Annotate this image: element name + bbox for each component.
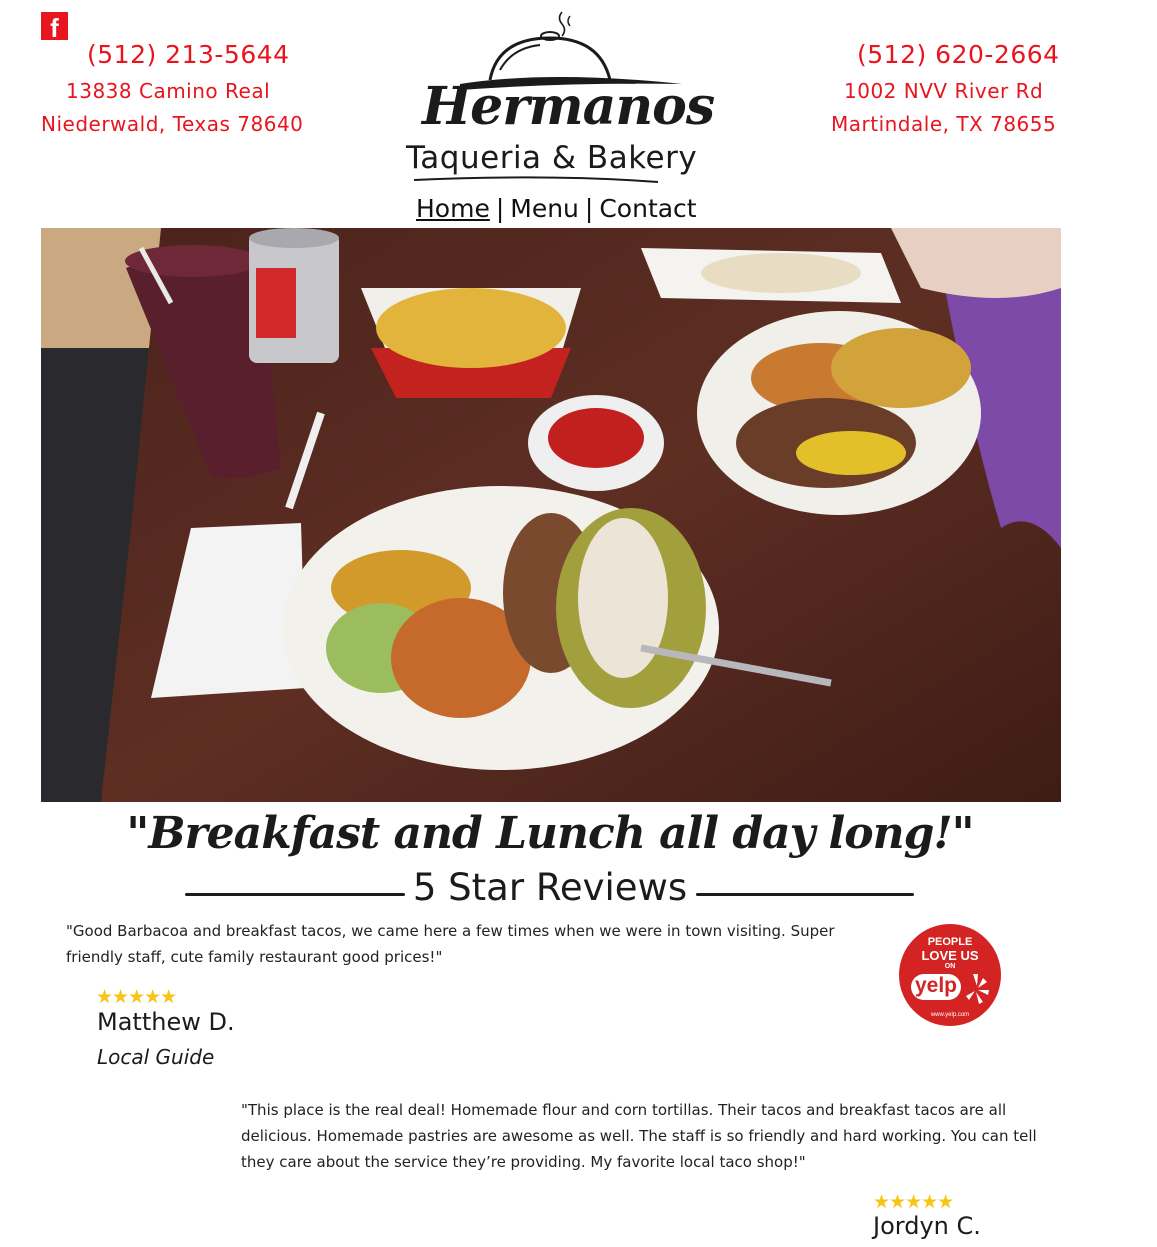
- yelp-badge-line3: ON: [944, 963, 956, 970]
- hero-food-photo: [41, 228, 1061, 802]
- reviewer-role: Local Guide: [97, 1045, 215, 1069]
- yelp-badge-line1: PEOPLE: [927, 936, 973, 948]
- nav-menu[interactable]: Menu: [510, 194, 579, 223]
- left-location-address-line2: Niederwald, Texas 78640: [41, 112, 304, 136]
- logo-subtitle: Taqueria & Bakery: [406, 140, 698, 176]
- right-location-address-line1: 1002 NVV River Rd: [844, 79, 1044, 103]
- star-rating: ★★★★★: [96, 987, 177, 1008]
- main-nav: Home | Menu | Contact: [416, 194, 697, 223]
- yelp-badge-line2: LOVE US: [921, 948, 979, 963]
- yelp-logo: yelp: [911, 974, 961, 1000]
- nav-home[interactable]: Home: [416, 194, 490, 223]
- reviews-heading: 5 Star Reviews: [412, 866, 688, 909]
- right-location-address-line2: Martindale, TX 78655: [831, 112, 1057, 136]
- tagline: "Breakfast and Lunch all day long!": [126, 808, 974, 859]
- star-rating: ★★★★★: [873, 1192, 954, 1213]
- yelp-badge[interactable]: PEOPLE LOVE US ON yelp www.yelp.com: [899, 924, 1001, 1026]
- review-text: "Good Barbacoa and breakfast tacos, we c…: [66, 922, 835, 966]
- nav-contact[interactable]: Contact: [599, 194, 696, 223]
- left-location-phone[interactable]: (512) 213-5644: [87, 40, 290, 69]
- yelp-burst-icon: [966, 974, 989, 1004]
- review-text: "This place is the real deal! Homemade f…: [241, 1101, 1037, 1171]
- facebook-icon[interactable]: f: [41, 12, 68, 40]
- reviewer-name: Matthew D.: [97, 1008, 235, 1036]
- left-location-address-line1: 13838 Camino Real: [66, 79, 271, 103]
- right-location-phone[interactable]: (512) 620-2664: [857, 40, 1060, 69]
- facebook-glyph: f: [50, 13, 59, 40]
- nav-separator: |: [584, 194, 594, 223]
- site-logo[interactable]: Hermanos Taqueria & Bakery: [400, 8, 715, 193]
- reviewer-name: Jordyn C.: [873, 1212, 981, 1240]
- nav-separator: |: [495, 194, 505, 223]
- yelp-url[interactable]: www.yelp.com: [899, 1012, 1001, 1018]
- logo-name: Hermanos: [422, 76, 715, 137]
